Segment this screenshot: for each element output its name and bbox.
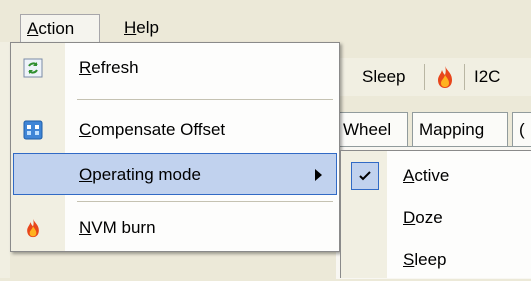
fire-icon [27, 218, 39, 238]
sleep-toolbar-label: Sleep [362, 67, 406, 86]
fire-icon [438, 66, 452, 88]
menu-item-refresh-label: Refresh [79, 47, 139, 89]
compensate-icon [23, 120, 43, 140]
toolbar: Sleep I2C [340, 58, 531, 96]
menu-help[interactable]: Help [118, 14, 165, 42]
submenu-doze-accel: D [403, 208, 416, 227]
tab-wheel-label: Wheel [343, 120, 392, 139]
refresh-icon [23, 58, 43, 78]
menu-action[interactable]: Action [20, 14, 100, 42]
menu-item-operating-mode[interactable]: Operating mode [13, 153, 337, 195]
submenu-active-accel: A [403, 166, 415, 185]
menu-item-nvm-burn-label: NVM burn [79, 207, 156, 249]
app-left-edge [0, 42, 10, 278]
tab-partial[interactable]: ( [512, 112, 531, 146]
menu-item-compensate-offset[interactable]: Compensate Offset [13, 109, 337, 151]
submenu-item-sleep-label: Sleep [403, 239, 446, 281]
submenu-sleep-accel: S [403, 250, 415, 269]
i2c-toolbar-label: I2C [474, 67, 501, 86]
tab-wheel[interactable]: Wheel [336, 112, 408, 146]
action-menu: Refresh Compensate Offset Operating mode… [10, 42, 340, 252]
menu-item-refresh[interactable]: Refresh [13, 47, 337, 89]
checkmark-box [351, 162, 379, 190]
menu-item-operating-mode-label: Operating mode [79, 154, 201, 196]
submenu-doze-rest: oze [415, 208, 443, 227]
tab-mapping[interactable]: Mapping [412, 112, 508, 146]
checkmark-icon [359, 171, 371, 181]
menu-item-refresh-rest: efresh [91, 58, 139, 77]
submenu-arrow-icon [315, 169, 322, 181]
menu-item-compensate-rest: ompensate Offset [91, 120, 226, 139]
sleep-toolbar-button[interactable]: Sleep [362, 58, 405, 96]
menu-item-nvm-rest: VM burn [91, 218, 156, 237]
submenu-item-doze-label: Doze [403, 197, 443, 239]
menu-action-accel: A [27, 19, 39, 38]
menu-item-nvm-burn[interactable]: NVM burn [13, 207, 337, 249]
menu-action-rest: ction [38, 19, 75, 38]
tab-partial-label: ( [519, 120, 525, 139]
menu-item-operating-accel: O [79, 165, 93, 184]
submenu-item-active-label: Active [403, 155, 449, 197]
submenu-item-active[interactable]: Active [343, 155, 529, 197]
menu-separator-2 [77, 201, 333, 202]
menu-item-compensate-accel: C [79, 120, 92, 139]
tab-mapping-label: Mapping [419, 120, 485, 139]
submenu-active-rest: ctive [414, 166, 450, 185]
menubar: Action Help [0, 0, 531, 42]
toolbar-separator [424, 64, 425, 90]
menu-help-accel: H [124, 18, 137, 37]
menu-item-nvm-accel: N [79, 218, 92, 237]
menu-item-operating-rest: perating mode [92, 165, 201, 184]
menu-item-compensate-offset-label: Compensate Offset [79, 109, 225, 151]
i2c-toolbar-button[interactable]: I2C [474, 58, 500, 96]
toolbar-separator-2 [464, 64, 465, 90]
burn-toolbar-button[interactable] [432, 58, 458, 96]
submenu-item-doze[interactable]: Doze [343, 197, 529, 239]
submenu-item-sleep[interactable]: Sleep [343, 239, 529, 281]
menu-item-refresh-accel: R [79, 58, 92, 77]
tab-strip: Wheel Mapping ( [336, 112, 531, 146]
menu-separator [77, 99, 333, 100]
menu-help-rest: elp [136, 18, 159, 37]
operating-mode-submenu: Active Doze Sleep [340, 150, 531, 278]
submenu-sleep-rest: leep [414, 250, 447, 269]
